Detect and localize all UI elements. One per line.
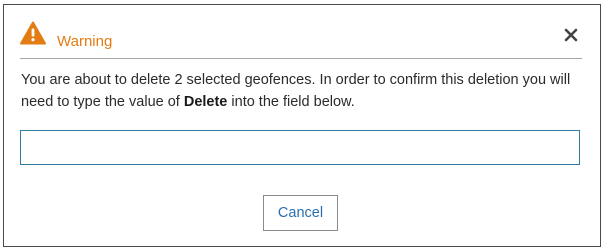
delete-confirmation-dialog: Warning You are about to delete 2 select… bbox=[3, 4, 601, 247]
dialog-header: Warning bbox=[4, 5, 600, 58]
warning-triangle-icon bbox=[20, 21, 46, 45]
header-divider bbox=[20, 58, 582, 59]
confirm-delete-input[interactable] bbox=[20, 130, 580, 165]
cancel-button[interactable]: Cancel bbox=[263, 195, 338, 231]
dialog-title: Warning bbox=[57, 33, 113, 50]
message-keyword: Delete bbox=[183, 94, 228, 110]
close-icon[interactable] bbox=[561, 25, 581, 45]
message-text-after: into the field below. bbox=[227, 94, 355, 110]
dialog-message: You are about to delete 2 selected geofe… bbox=[21, 69, 581, 113]
